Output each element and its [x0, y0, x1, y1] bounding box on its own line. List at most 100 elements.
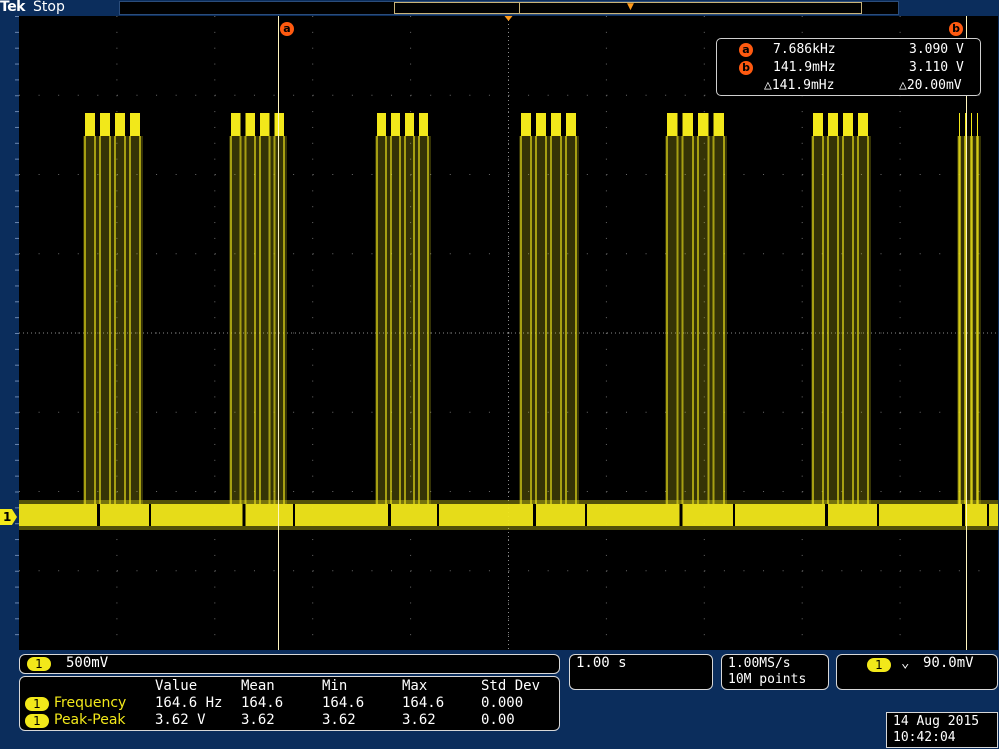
grid-dot — [939, 411, 941, 413]
acquisition-panel[interactable]: 1.00MS/s 10M points — [721, 654, 829, 690]
grid-dot — [116, 539, 118, 541]
grid-dot — [899, 602, 901, 604]
grid-dot — [116, 618, 118, 620]
burst-edge — [390, 136, 392, 504]
burst-edge — [404, 136, 406, 504]
burst-edge — [129, 136, 131, 504]
col-header-value: Value — [155, 678, 198, 694]
grid-dot — [312, 411, 314, 413]
grid-dot — [605, 47, 607, 49]
grid-dot — [351, 491, 353, 492]
grid-dot — [214, 174, 216, 175]
channel-scale-panel[interactable]: 1 500mV — [19, 654, 560, 674]
grid-dot — [38, 94, 40, 96]
readout-a-marker: a — [739, 43, 753, 57]
cursor-a-marker[interactable]: a — [280, 22, 294, 36]
grid-dot — [214, 634, 216, 636]
grid-dot — [763, 253, 765, 255]
grid-dot — [605, 618, 607, 620]
baseline-gap — [242, 504, 246, 526]
grid-dot — [606, 253, 608, 255]
trigger-slope-icon: ⌄ — [901, 655, 910, 671]
grid-dot — [801, 190, 803, 192]
meas-row-2-name[interactable]: Peak-Peak — [54, 712, 126, 728]
record-view-bar[interactable]: ▼ — [119, 1, 899, 15]
burst-high — [536, 113, 546, 136]
grid-dot — [899, 222, 901, 224]
grid-dot — [351, 94, 353, 96]
grid-dot — [293, 491, 295, 492]
grid-dot — [195, 491, 197, 492]
grid-dot — [19, 174, 20, 175]
burst-edge — [530, 136, 532, 504]
grid-dot — [312, 459, 314, 461]
grid-dot — [156, 174, 158, 175]
grid-dot — [116, 16, 118, 17]
grid-dot — [38, 491, 40, 492]
grid-dot — [899, 111, 901, 113]
grid-dot — [156, 570, 158, 572]
grid-dot — [312, 269, 314, 271]
cursor-b-marker[interactable]: b — [949, 22, 963, 36]
meas-row-1-name[interactable]: Frequency — [54, 695, 126, 711]
grid-dot — [763, 174, 765, 175]
grid-dot — [801, 348, 803, 350]
grid-dot — [371, 491, 373, 492]
grid-dot — [175, 174, 177, 175]
record-center-mark — [519, 3, 520, 13]
grid-dot — [919, 570, 921, 572]
grid-dot — [391, 570, 393, 572]
grid-dot — [214, 475, 216, 477]
grid-dot — [77, 94, 79, 96]
grid-dot — [214, 380, 216, 382]
grid-dot — [899, 634, 901, 636]
grid-dot — [214, 79, 216, 81]
grid-dot — [312, 142, 314, 144]
grid-dot — [508, 618, 509, 620]
grid-dot — [312, 285, 314, 287]
grid-dot — [605, 206, 607, 208]
burst-edge — [550, 136, 552, 504]
grid-dot — [293, 411, 295, 413]
grid-dot — [508, 539, 509, 541]
meas-row-1-channel: 1 — [25, 697, 49, 711]
burst-edge — [283, 136, 285, 504]
grid-dot — [802, 253, 804, 255]
grid-dot — [508, 190, 509, 192]
measurement-table[interactable]: Value Mean Min Max Std Dev 1 Frequency 1… — [19, 676, 560, 731]
grid-dot — [508, 206, 509, 208]
grid-dot — [900, 411, 902, 413]
grid-dot — [116, 79, 118, 81]
waveform-display[interactable]: a b a 7.686kHz 3.090 V b 141.9mHz 3.110 … — [19, 16, 998, 650]
meas-row-1-stddev: 0.000 — [481, 695, 524, 711]
burst-edge — [268, 136, 271, 504]
channel-scale: 500mV — [66, 655, 109, 671]
grid-dot — [312, 586, 314, 588]
trigger-position-icon: ▼ — [627, 2, 634, 12]
grid-dot — [410, 16, 412, 17]
grid-dot — [919, 411, 921, 413]
grid-dot — [801, 602, 803, 604]
grid-dot — [253, 570, 255, 572]
grid-dot — [410, 111, 412, 113]
record-view-window[interactable]: ▼ — [394, 2, 862, 14]
grid-dot — [508, 253, 510, 255]
burst-edge — [723, 136, 725, 504]
acquisition-state[interactable]: Stop — [33, 0, 65, 15]
burst-edge — [230, 136, 232, 504]
grid-dot — [116, 63, 118, 65]
grid-dot — [900, 570, 902, 572]
horizontal-scale-panel[interactable]: 1.00 s — [569, 654, 713, 690]
date-time: 14 Aug 2015 10:42:04 — [886, 712, 998, 748]
burst-high — [977, 113, 978, 136]
grid-dot — [332, 174, 334, 175]
grid-dot — [939, 174, 941, 175]
grid-dot — [645, 253, 647, 255]
grid-dot — [801, 237, 803, 239]
grid-dot — [508, 269, 509, 271]
grid-dot — [508, 126, 509, 128]
burst-edge — [99, 136, 101, 504]
burst-edge — [852, 136, 854, 504]
grid-dot — [899, 348, 901, 350]
trigger-panel[interactable]: 1 ⌄ 90.0mV — [836, 654, 998, 690]
